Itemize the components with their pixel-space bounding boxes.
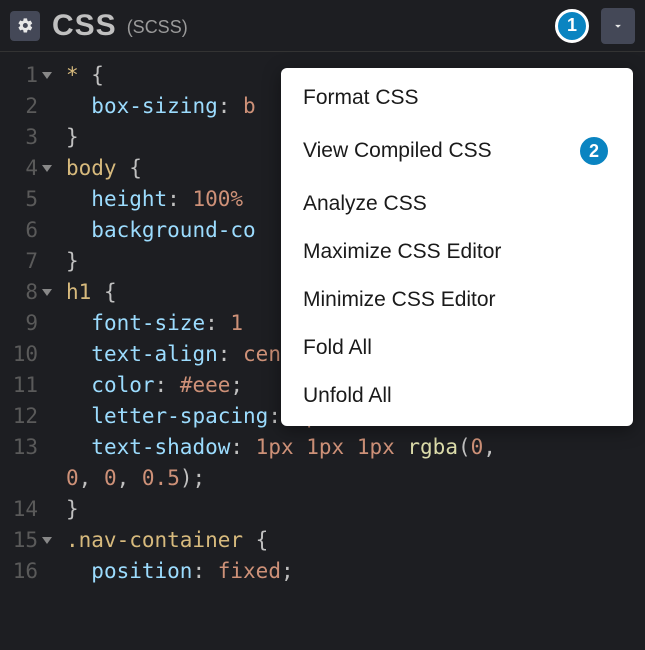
menu-item-label: Format CSS [303,86,419,110]
line-number: 14 [0,494,38,525]
line-number: 9 [0,308,38,339]
menu-item[interactable]: Unfold All [281,372,633,420]
fold-arrow-icon[interactable] [42,537,52,544]
gear-icon [17,17,34,34]
fold-arrow-icon[interactable] [42,289,52,296]
menu-item-label: Maximize CSS Editor [303,240,501,264]
line-number: 7 [0,246,38,277]
code-line[interactable]: text-shadow: 1px 1px 1px rgba(0, [66,432,496,463]
line-number: 16 [0,556,38,587]
line-gutter: 12345678910111213141516 [0,60,44,587]
line-number: 11 [0,370,38,401]
code-line[interactable]: 0, 0, 0.5); [66,463,496,494]
css-options-menu: Format CSS View Compiled CSS 2 Analyze CSS M… [281,68,633,426]
menu-item-label: View Compiled CSS [303,139,492,163]
line-number: 10 [0,339,38,370]
chevron-down-icon [611,19,625,33]
line-number: 15 [0,525,38,556]
code-line[interactable]: } [66,494,496,525]
line-number: 3 [0,122,38,153]
menu-item[interactable]: Minimize CSS Editor [281,276,633,324]
line-number [0,463,38,494]
annotation-badge-2: 2 [577,134,611,168]
line-number: 13 [0,432,38,463]
menu-item[interactable]: Maximize CSS Editor [281,228,633,276]
code-line[interactable]: position: fixed; [66,556,496,587]
line-number: 12 [0,401,38,432]
settings-button[interactable] [10,11,40,41]
menu-item-label: Fold All [303,336,372,360]
line-number: 6 [0,215,38,246]
line-number: 4 [0,153,38,184]
panel-title: CSS [52,9,117,43]
menu-item-label: Unfold All [303,384,392,408]
dropdown-toggle-button[interactable] [601,8,635,44]
menu-item[interactable]: View Compiled CSS 2 [281,122,633,180]
menu-item-label: Analyze CSS [303,192,427,216]
line-number: 5 [0,184,38,215]
line-number: 2 [0,91,38,122]
annotation-badge-1: 1 [555,9,589,43]
editor-header: CSS (SCSS) 1 [0,0,645,52]
fold-arrow-icon[interactable] [42,165,52,172]
line-number: 8 [0,277,38,308]
menu-item-label: Minimize CSS Editor [303,288,496,312]
line-number: 1 [0,60,38,91]
panel-subtitle: (SCSS) [127,17,188,38]
menu-item[interactable]: Fold All [281,324,633,372]
menu-item[interactable]: Format CSS [281,74,633,122]
fold-arrow-icon[interactable] [42,72,52,79]
code-line[interactable]: .nav-container { [66,525,496,556]
menu-item[interactable]: Analyze CSS [281,180,633,228]
